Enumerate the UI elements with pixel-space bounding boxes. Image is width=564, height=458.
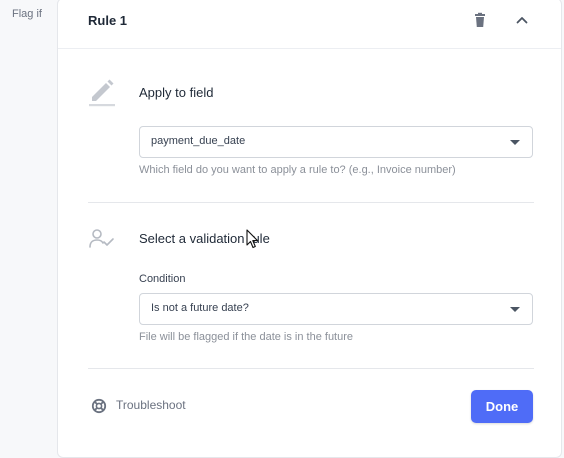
rule-title: Rule 1: [88, 13, 128, 28]
chevron-down-icon: [510, 307, 520, 312]
pencil-icon: [89, 79, 115, 107]
apply-field-title: Apply to field: [139, 85, 214, 100]
section-divider: [88, 202, 534, 203]
field-help-text: Which field do you want to apply a rule …: [139, 164, 456, 176]
chevron-down-icon: [510, 140, 520, 145]
footer-divider: [88, 368, 534, 369]
validation-rule-title: Select a validation rule: [139, 231, 270, 246]
condition-label: Condition: [139, 273, 186, 285]
condition-select-value: Is not a future date?: [151, 302, 249, 314]
condition-help-text: File will be flagged if the date is in t…: [139, 331, 354, 343]
field-select-value: payment_due_date: [151, 135, 246, 147]
flag-if-label: Flag if: [12, 8, 42, 20]
rule-header: Rule 1: [58, 0, 561, 49]
chevron-up-icon[interactable]: [514, 12, 530, 28]
rule-card: Rule 1 Apply to field payment_due_date W…: [57, 0, 562, 458]
field-select[interactable]: payment_due_date: [139, 126, 533, 158]
lifebuoy-icon: [91, 398, 107, 414]
trash-icon[interactable]: [472, 12, 488, 28]
user-check-icon: [89, 229, 114, 248]
troubleshoot-label: Troubleshoot: [116, 398, 186, 412]
condition-select[interactable]: Is not a future date?: [139, 293, 533, 325]
done-button[interactable]: Done: [471, 390, 533, 423]
